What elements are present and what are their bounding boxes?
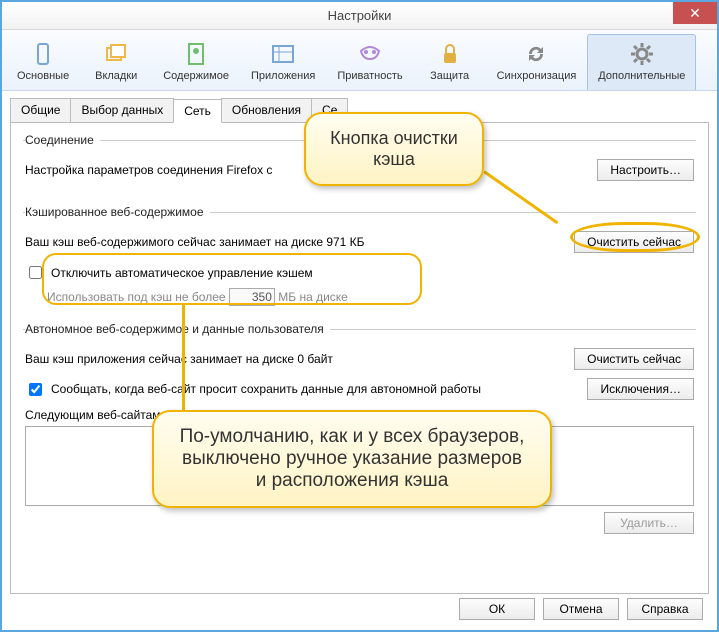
help-button[interactable]: Справка (627, 598, 703, 620)
cache-status: Ваш кэш веб-содержимого сейчас занимает … (25, 235, 574, 249)
offline-notify-label: Сообщать, когда веб-сайт просит сохранит… (51, 382, 481, 396)
offline-notify-checkbox[interactable] (29, 383, 42, 396)
category-advanced[interactable]: Дополнительные (587, 34, 696, 90)
category-tabs[interactable]: Вкладки (80, 34, 152, 90)
callout-bottom: По-умолчанию, как и у всех браузеров, вы… (152, 410, 552, 508)
dialog-button-bar: ОК Отмена Справка (459, 598, 703, 620)
cache-limit-suffix: МБ на диске (278, 290, 348, 304)
tabs-icon (103, 41, 129, 67)
gear-icon (629, 41, 655, 67)
delete-site-button: Удалить… (604, 512, 694, 534)
cache-limit-prefix: Использовать под кэш не более (47, 290, 226, 304)
annotation-line-bottom (182, 304, 185, 412)
cache-limit-field (229, 288, 275, 306)
disable-auto-cache-row[interactable]: Отключить автоматическое управление кэше… (25, 263, 313, 282)
clear-offline-button[interactable]: Очистить сейчас (574, 348, 694, 370)
cache-limit-row: Использовать под кэш не более МБ на диск… (47, 288, 694, 306)
configure-button[interactable]: Настроить… (597, 159, 694, 181)
phone-icon (30, 41, 56, 67)
subtab-data[interactable]: Выбор данных (70, 98, 174, 122)
mask-icon (357, 41, 383, 67)
cache-group: Кэшированное веб-содержимое Ваш кэш веб-… (23, 205, 696, 308)
exceptions-button[interactable]: Исключения… (587, 378, 694, 400)
subtab-updates[interactable]: Обновления (221, 98, 312, 122)
offline-status: Ваш кэш приложения сейчас занимает на ди… (25, 352, 574, 366)
cache-legend: Кэшированное веб-содержимое (25, 205, 210, 219)
connection-legend: Соединение (25, 133, 100, 147)
offline-notify-row[interactable]: Сообщать, когда веб-сайт просит сохранит… (25, 380, 587, 399)
category-content[interactable]: Содержимое (152, 34, 240, 90)
grid-icon (270, 41, 296, 67)
category-label: Вкладки (95, 70, 137, 82)
category-label: Синхронизация (497, 70, 577, 82)
close-icon: ✕ (689, 5, 701, 22)
disable-auto-cache-label: Отключить автоматическое управление кэше… (51, 266, 313, 280)
sync-icon (523, 41, 549, 67)
category-label: Основные (17, 70, 69, 82)
cancel-button[interactable]: Отмена (543, 598, 619, 620)
callout-top: Кнопка очистки кэша (304, 112, 484, 186)
category-privacy[interactable]: Приватность (326, 34, 413, 90)
category-toolbar: Основные Вкладки Содержимое Приложения Прива… (2, 30, 717, 91)
close-button[interactable]: ✕ (673, 2, 717, 24)
category-label: Защита (430, 70, 469, 82)
offline-legend: Автономное веб-содержимое и данные польз… (25, 322, 330, 336)
clear-cache-button[interactable]: Очистить сейчас (574, 231, 694, 253)
category-label: Приложения (251, 70, 315, 82)
subtab-network[interactable]: Сеть (173, 99, 222, 123)
window-title: Настройки (328, 8, 392, 23)
titlebar: Настройки ✕ (2, 2, 717, 30)
category-label: Содержимое (163, 70, 229, 82)
disable-auto-cache-checkbox[interactable] (29, 266, 42, 279)
lock-icon (437, 41, 463, 67)
network-panel: Соединение Настройка параметров соединен… (10, 122, 709, 594)
ok-button[interactable]: ОК (459, 598, 535, 620)
category-sync[interactable]: Синхронизация (486, 34, 588, 90)
category-main[interactable]: Основные (6, 34, 80, 90)
category-security[interactable]: Защита (414, 34, 486, 90)
category-label: Приватность (337, 70, 402, 82)
category-label: Дополнительные (598, 70, 685, 82)
document-icon (183, 41, 209, 67)
category-apps[interactable]: Приложения (240, 34, 326, 90)
subtab-general[interactable]: Общие (10, 98, 71, 122)
